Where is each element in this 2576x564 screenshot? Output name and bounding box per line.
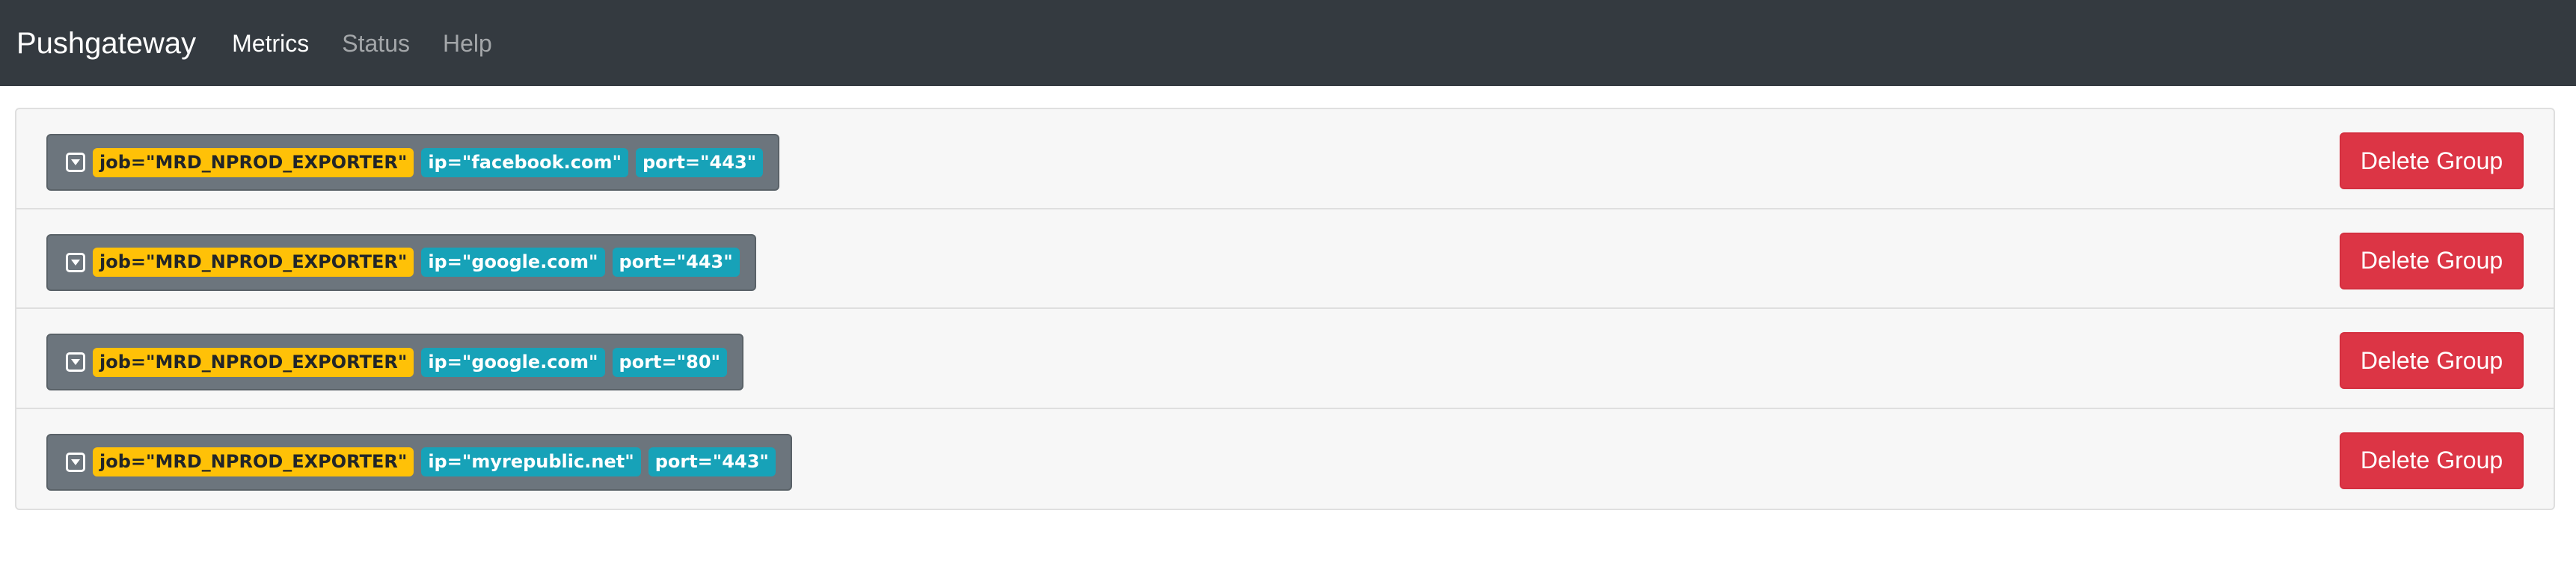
job-label-badge: job="MRD_NPROD_EXPORTER" (93, 447, 414, 476)
group-labels[interactable]: job="MRD_NPROD_EXPORTER" ip="google.com"… (46, 233, 756, 291)
caret-down-square-icon[interactable] (66, 352, 85, 372)
group-labels[interactable]: job="MRD_NPROD_EXPORTER" ip="myrepublic.… (46, 433, 792, 491)
nav-link-status[interactable]: Status (342, 31, 410, 55)
metric-group-row: job="MRD_NPROD_EXPORTER" ip="myrepublic.… (16, 409, 2554, 509)
metric-group-row: job="MRD_NPROD_EXPORTER" ip="google.com"… (16, 309, 2554, 409)
port-label-badge: port="443" (648, 447, 776, 476)
group-labels[interactable]: job="MRD_NPROD_EXPORTER" ip="facebook.co… (46, 134, 780, 191)
port-label-badge: port="80" (612, 347, 728, 377)
metric-group-row: job="MRD_NPROD_EXPORTER" ip="facebook.co… (16, 109, 2554, 209)
ip-label-badge: ip="google.com" (421, 248, 605, 277)
ip-label-badge: ip="facebook.com" (421, 147, 628, 177)
job-label-badge: job="MRD_NPROD_EXPORTER" (93, 147, 414, 177)
caret-down-square-icon[interactable] (66, 153, 85, 172)
delete-group-button[interactable]: Delete Group (2340, 232, 2524, 289)
port-label-badge: port="443" (635, 147, 764, 177)
top-navbar: Pushgateway Metrics Status Help (0, 0, 2576, 86)
nav-link-metrics[interactable]: Metrics (232, 31, 309, 55)
nav-link-help[interactable]: Help (443, 31, 492, 55)
metric-group-row: job="MRD_NPROD_EXPORTER" ip="google.com"… (16, 209, 2554, 309)
caret-down-square-icon[interactable] (66, 452, 85, 472)
delete-group-button[interactable]: Delete Group (2340, 132, 2524, 189)
ip-label-badge: ip="myrepublic.net" (421, 447, 641, 476)
navbar-brand[interactable]: Pushgateway (16, 28, 196, 58)
job-label-badge: job="MRD_NPROD_EXPORTER" (93, 248, 414, 277)
delete-group-button[interactable]: Delete Group (2340, 332, 2524, 389)
job-label-badge: job="MRD_NPROD_EXPORTER" (93, 347, 414, 377)
caret-down-square-icon[interactable] (66, 252, 85, 272)
group-labels[interactable]: job="MRD_NPROD_EXPORTER" ip="google.com"… (46, 334, 744, 390)
port-label-badge: port="443" (612, 248, 740, 277)
delete-group-button[interactable]: Delete Group (2340, 432, 2524, 489)
ip-label-badge: ip="google.com" (421, 347, 605, 377)
metric-groups-list: job="MRD_NPROD_EXPORTER" ip="facebook.co… (15, 108, 2555, 510)
